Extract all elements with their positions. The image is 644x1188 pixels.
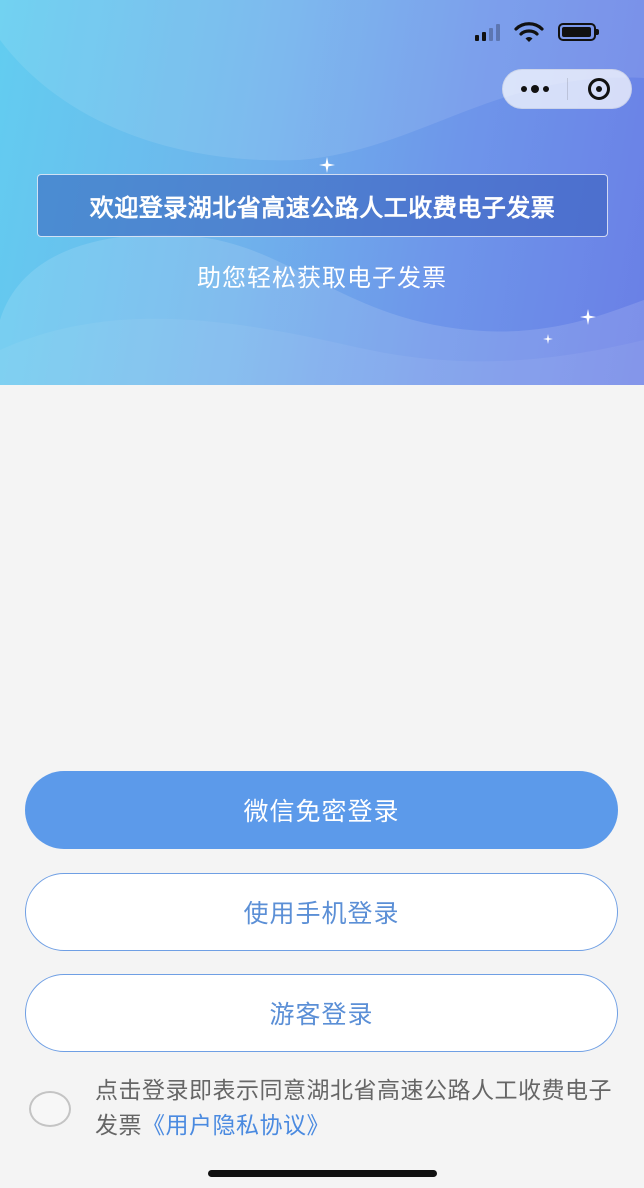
banner-subtitle: 助您轻松获取电子发票 (197, 264, 447, 292)
signal-icon (475, 23, 500, 41)
sparkle-icon (319, 157, 335, 173)
welcome-title: 欢迎登录湖北省高速公路人工收费电子发票 (37, 174, 608, 237)
status-bar (475, 18, 599, 46)
more-button[interactable] (503, 70, 567, 108)
hero-banner: 欢迎登录湖北省高速公路人工收费电子发票 助您轻松获取电子发票 (0, 0, 644, 385)
home-indicator (208, 1170, 437, 1177)
login-screen: 欢迎登录湖北省高速公路人工收费电子发票 助您轻松获取电子发票 微信免密登录 使用… (0, 0, 644, 1188)
close-circle-icon (588, 78, 611, 100)
mini-program-capsule (502, 69, 632, 109)
wifi-icon (514, 22, 544, 42)
wechat-login-button[interactable]: 微信免密登录 (25, 771, 618, 849)
sparkle-icon (580, 309, 596, 325)
agreement-text: 点击登录即表示同意湖北省高速公路人工收费电子发票《用户隐私协议》 (95, 1074, 615, 1144)
phone-login-button[interactable]: 使用手机登录 (25, 873, 618, 951)
battery-icon (558, 23, 599, 41)
agreement-checkbox[interactable] (29, 1091, 71, 1127)
guest-login-button[interactable]: 游客登录 (25, 974, 618, 1052)
privacy-policy-link[interactable]: 《用户隐私协议》 (142, 1113, 330, 1139)
more-dots-icon (520, 85, 549, 93)
close-button[interactable] (568, 70, 632, 108)
sparkle-icon (543, 334, 553, 344)
